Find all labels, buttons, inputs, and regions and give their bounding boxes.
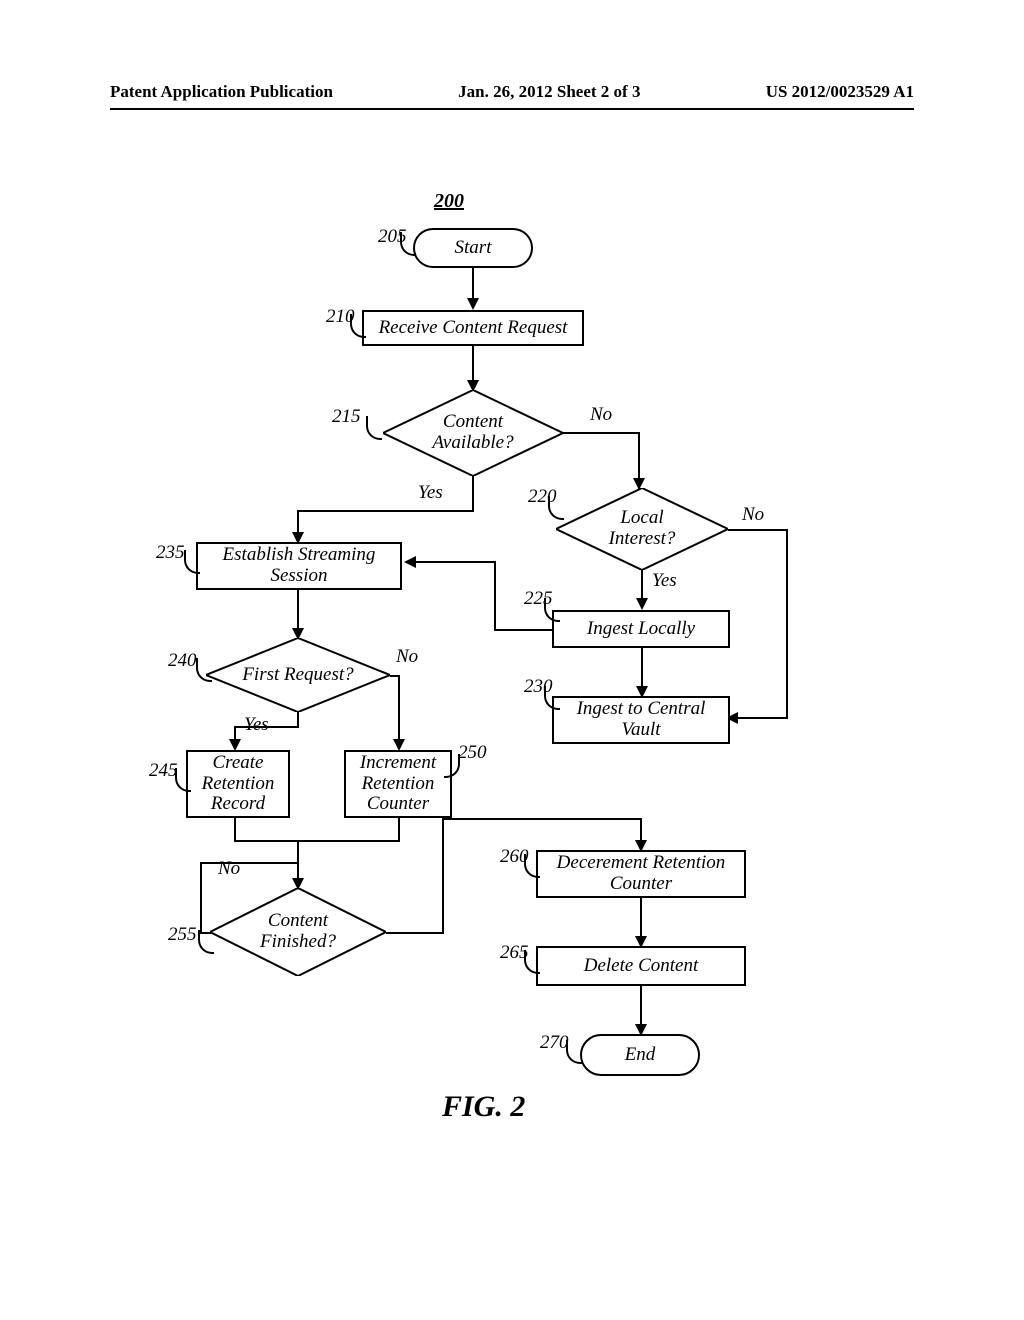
edge bbox=[472, 268, 474, 300]
edge bbox=[297, 712, 299, 726]
patent-page: Patent Application Publication Jan. 26, … bbox=[0, 0, 1024, 1320]
edge bbox=[398, 818, 400, 840]
edge bbox=[786, 529, 788, 719]
node-local-interest: Local Interest? bbox=[556, 488, 728, 570]
header-left: Patent Application Publication bbox=[110, 82, 333, 102]
edge bbox=[736, 717, 788, 719]
ref-250: 250 bbox=[458, 742, 487, 764]
ref-tick bbox=[196, 658, 212, 682]
edge-label-no: No bbox=[396, 646, 418, 668]
edge-label-yes: Yes bbox=[418, 482, 443, 504]
figure-title: FIG. 2 bbox=[442, 1090, 525, 1124]
edge-label-no: No bbox=[742, 504, 764, 526]
edge bbox=[472, 346, 474, 382]
node-end-text: End bbox=[625, 1044, 656, 1066]
edge bbox=[494, 629, 552, 631]
ref-tick bbox=[566, 1040, 582, 1064]
node-receive: Receive Content Request bbox=[362, 310, 584, 346]
node-first-request-text: First Request? bbox=[242, 665, 353, 686]
node-create-record-text: Create Retention Record bbox=[202, 753, 275, 816]
page-header: Patent Application Publication Jan. 26, … bbox=[0, 82, 1024, 110]
arrowhead-icon bbox=[636, 598, 648, 610]
header-right: US 2012/0023529 A1 bbox=[766, 82, 914, 102]
edge bbox=[442, 818, 642, 820]
edge-label-no: No bbox=[590, 404, 612, 426]
edge bbox=[200, 862, 298, 864]
node-ingest-central-text: Ingest to Central Vault bbox=[577, 699, 706, 741]
edge bbox=[297, 510, 474, 512]
edge bbox=[234, 840, 400, 842]
node-delete: Delete Content bbox=[536, 946, 746, 986]
figure-ref: 200 bbox=[434, 190, 464, 213]
ref-255: 255 bbox=[168, 924, 197, 946]
edge bbox=[200, 862, 202, 934]
node-receive-text: Receive Content Request bbox=[379, 317, 568, 339]
node-establish: Establish Streaming Session bbox=[196, 542, 402, 590]
edge bbox=[398, 675, 400, 741]
ref-tick bbox=[184, 550, 200, 574]
node-finished: Content Finished? bbox=[210, 888, 386, 976]
header-center: Jan. 26, 2012 Sheet 2 of 3 bbox=[458, 82, 640, 102]
node-available: Content Available? bbox=[383, 390, 563, 476]
ref-tick bbox=[175, 768, 191, 792]
arrowhead-icon bbox=[404, 556, 416, 568]
node-end: End bbox=[580, 1034, 700, 1076]
node-decrement-text: Decerement Retention Counter bbox=[557, 853, 726, 895]
ref-235: 235 bbox=[156, 542, 185, 564]
ref-tick bbox=[350, 314, 366, 338]
node-increment-text: Increment Retention Counter bbox=[360, 753, 436, 816]
node-first-request: First Request? bbox=[206, 638, 390, 712]
edge bbox=[297, 510, 299, 534]
arrowhead-icon bbox=[467, 298, 479, 310]
edge bbox=[386, 932, 444, 934]
node-local-interest-text: Local Interest? bbox=[609, 508, 676, 550]
edge bbox=[563, 432, 640, 434]
ref-tick bbox=[524, 854, 540, 878]
node-available-text: Content Available? bbox=[432, 412, 513, 454]
edge bbox=[297, 590, 299, 630]
edge-label-yes: Yes bbox=[652, 570, 677, 592]
node-decrement: Decerement Retention Counter bbox=[536, 850, 746, 898]
header-rule bbox=[110, 108, 914, 110]
edge bbox=[414, 561, 496, 563]
ref-240: 240 bbox=[168, 650, 197, 672]
ref-tick bbox=[366, 416, 382, 440]
ref-tick bbox=[444, 754, 460, 778]
node-start: Start bbox=[413, 228, 533, 268]
edge-label-yes: Yes bbox=[244, 714, 269, 736]
edge bbox=[640, 898, 642, 938]
edge bbox=[234, 818, 236, 840]
edge bbox=[640, 986, 642, 1026]
node-increment: Increment Retention Counter bbox=[344, 750, 452, 818]
node-establish-text: Establish Streaming Session bbox=[223, 545, 376, 587]
ref-tick bbox=[400, 232, 416, 256]
edge bbox=[638, 432, 640, 480]
node-create-record: Create Retention Record bbox=[186, 750, 290, 818]
ref-245: 245 bbox=[149, 760, 178, 782]
edge bbox=[641, 570, 643, 600]
edge bbox=[472, 476, 474, 510]
node-ingest-local-text: Ingest Locally bbox=[587, 618, 695, 640]
ref-215: 215 bbox=[332, 406, 361, 428]
ref-tick bbox=[524, 950, 540, 974]
flowchart: 200 Start 205 Receive Content Request 21… bbox=[0, 190, 1024, 1190]
ref-tick bbox=[544, 598, 560, 622]
edge bbox=[297, 840, 299, 880]
edge bbox=[494, 561, 496, 631]
node-ingest-local: Ingest Locally bbox=[552, 610, 730, 648]
edge bbox=[234, 726, 299, 728]
node-delete-text: Delete Content bbox=[584, 955, 699, 977]
ref-tick bbox=[548, 496, 564, 520]
node-finished-text: Content Finished? bbox=[260, 911, 336, 953]
ref-tick bbox=[544, 686, 560, 710]
node-ingest-central: Ingest to Central Vault bbox=[552, 696, 730, 744]
edge bbox=[641, 648, 643, 688]
node-start-text: Start bbox=[455, 237, 492, 259]
edge bbox=[640, 818, 642, 842]
edge bbox=[728, 529, 788, 531]
ref-270: 270 bbox=[540, 1032, 569, 1054]
edge bbox=[442, 818, 444, 934]
